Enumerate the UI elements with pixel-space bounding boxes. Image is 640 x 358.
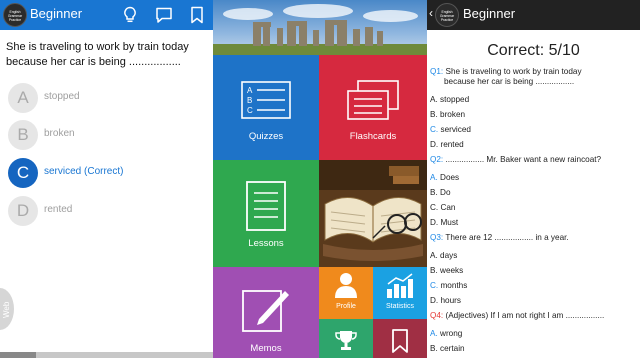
result-option-correct: A. Does	[430, 173, 460, 182]
result-option: D. rented	[430, 140, 464, 149]
bookmark-icon[interactable]	[187, 5, 207, 25]
svg-text:A: A	[247, 86, 253, 95]
question-number: Q4:	[430, 311, 444, 320]
lightbulb-icon[interactable]	[120, 5, 140, 25]
statistics-label: Statistics	[385, 303, 414, 310]
quiz-question-screen: English Grammar Practice Beginner She is…	[0, 0, 213, 358]
svg-text:C: C	[247, 106, 253, 115]
trophy-icon	[334, 329, 358, 353]
question-number: Q3:	[430, 233, 444, 242]
question-number: Q1:	[430, 67, 444, 76]
option-b[interactable]: B broken	[8, 120, 208, 152]
option-text: rented	[44, 204, 73, 215]
option-text: broken	[44, 128, 75, 139]
open-book-photo	[319, 160, 427, 267]
memos-tile[interactable]: Memos	[213, 267, 319, 358]
result-option: B. weeks	[430, 266, 464, 275]
result-option-correct: C. serviced	[430, 125, 471, 134]
question-text: She is traveling to work by train today …	[6, 41, 189, 68]
option-c-selected[interactable]: C serviced (Correct)	[8, 158, 208, 190]
stonehenge-photo	[213, 0, 427, 55]
result-option-correct: C. months	[430, 281, 468, 290]
result-question: Q3: There are 12 ................. in a …	[430, 233, 638, 243]
result-question: Q4: (Adjectives) If I am not right I am …	[430, 311, 638, 321]
option-letter: C	[8, 158, 38, 188]
bookmark-icon	[392, 329, 408, 353]
profile-tile[interactable]: Profile	[319, 267, 373, 319]
question-text-cont: because her car is being ...............…	[444, 77, 575, 86]
option-letter: D	[8, 196, 38, 226]
back-chevron-icon[interactable]: ‹	[429, 6, 433, 20]
quiz-toolbar: English Grammar Practice Beginner	[0, 0, 213, 30]
flashcards-label: Flashcards	[349, 131, 397, 142]
result-option-correct: A. wrong	[430, 329, 463, 338]
question-card: She is traveling to work by train today …	[0, 30, 213, 358]
option-letter: A	[8, 83, 38, 113]
profile-label: Profile	[336, 303, 356, 310]
option-text: stopped	[44, 91, 80, 102]
option-a[interactable]: A stopped	[8, 83, 208, 115]
question-text: There are 12 ................. in a year…	[445, 233, 569, 242]
result-option: B. Do	[430, 188, 451, 197]
toolbar-title: Beginner	[463, 6, 516, 21]
person-icon	[334, 272, 358, 298]
result-option: D. hours	[430, 296, 461, 305]
quizzes-label: Quizzes	[248, 131, 284, 142]
result-option: B. broken	[430, 110, 466, 119]
achievements-tile[interactable]	[319, 319, 373, 358]
lessons-label: Lessons	[248, 238, 284, 249]
result-option: A. stopped	[430, 95, 470, 104]
question-text: She is traveling to work by train today	[445, 67, 582, 76]
score-heading: Correct: 5/10	[487, 42, 580, 59]
bottom-progress	[0, 352, 36, 358]
lessons-document-icon	[245, 180, 287, 232]
lessons-tile[interactable]: Lessons	[213, 160, 319, 267]
comment-icon[interactable]	[154, 5, 174, 25]
results-toolbar: ‹ English Grammar Practice Beginner	[427, 0, 640, 30]
logo-icon[interactable]: English Grammar Practice	[435, 3, 459, 27]
statistics-tile[interactable]: Statistics	[373, 267, 427, 319]
question-text: ................. Mr. Baker want a new r…	[445, 155, 602, 164]
result-question: Q1: She is traveling to work by train to…	[430, 67, 638, 77]
option-letter: B	[8, 120, 38, 150]
option-text: serviced (Correct)	[44, 166, 124, 177]
flashcards-tile[interactable]: Flashcards	[319, 55, 427, 160]
quizzes-tile[interactable]: A B C Quizzes	[213, 55, 319, 160]
memo-pencil-icon	[241, 285, 291, 333]
toolbar-title: Beginner	[30, 6, 83, 21]
web-tab-label: Web	[2, 301, 11, 318]
memos-label: Memos	[250, 343, 282, 354]
question-text: (Adjectives) If I am not right I am ....…	[445, 311, 605, 320]
result-option: B. certain	[430, 344, 465, 353]
option-d[interactable]: D rented	[8, 196, 208, 228]
logo-icon[interactable]: English Grammar Practice	[3, 3, 27, 27]
app-screenshot: English Grammar Practice Beginner She is…	[0, 0, 640, 358]
bookmarks-tile[interactable]	[373, 319, 427, 358]
result-option: A. days	[430, 251, 458, 260]
home-menu-screen: A B C Quizzes Flashcards Lessons Memos P…	[213, 0, 427, 358]
flashcards-icon	[346, 79, 400, 123]
bar-chart-icon	[385, 273, 415, 299]
result-question: Q2: ................. Mr. Baker want a n…	[430, 155, 638, 165]
question-number: Q2:	[430, 155, 444, 164]
svg-text:B: B	[247, 96, 252, 105]
result-option: C. Can	[430, 203, 456, 212]
result-option: D. Must	[430, 218, 459, 227]
results-screen: ‹ English Grammar Practice Beginner Corr…	[427, 0, 640, 358]
quiz-list-icon: A B C	[241, 81, 291, 119]
